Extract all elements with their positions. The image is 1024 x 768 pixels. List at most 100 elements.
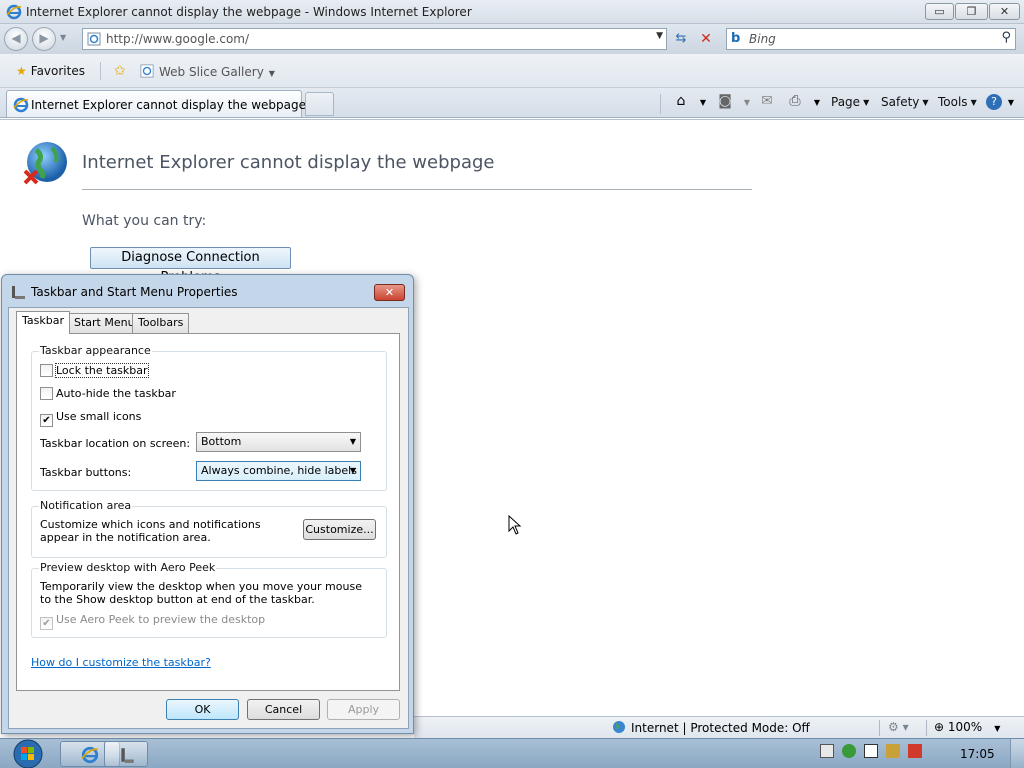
back-button[interactable]: ◀	[4, 27, 28, 51]
mail-icon[interactable]: ✉	[758, 93, 776, 111]
feeds-icon[interactable]: ◙	[716, 93, 734, 111]
separator	[926, 720, 927, 736]
tab-taskbar[interactable]: Taskbar	[16, 311, 70, 334]
flag-icon[interactable]	[864, 744, 878, 758]
what-you-can-try-heading: What you can try:	[82, 213, 207, 229]
new-tab-button[interactable]	[305, 92, 334, 116]
aero-peek-description: Temporarily view the desktop when you mo…	[40, 580, 362, 606]
network-icon[interactable]	[886, 744, 900, 758]
favorites-star-icon: ★	[16, 64, 27, 78]
help-icon[interactable]: ?	[986, 94, 1002, 110]
aero-peek-checkbox[interactable]: ✔ Use Aero Peek to preview the desktop	[40, 613, 265, 630]
refresh-button[interactable]: ⇆	[670, 28, 692, 50]
print-icon[interactable]: ⎙	[786, 93, 804, 111]
chevron-down-icon: ▼	[349, 437, 356, 446]
checkbox-label: Auto-hide the taskbar	[56, 387, 176, 400]
chevron-down-icon: ▼	[922, 98, 929, 107]
select-value: Always combine, hide labels	[201, 464, 357, 477]
ie-logo-icon	[81, 746, 99, 764]
select-value: Bottom	[201, 435, 242, 448]
show-desktop-button[interactable]	[1010, 739, 1024, 768]
chevron-down-icon: ▼	[970, 98, 977, 107]
search-placeholder: Bing	[749, 32, 776, 46]
start-button[interactable]	[2, 739, 44, 768]
ie-logo-icon	[6, 4, 22, 20]
page-menu[interactable]: Page ▼	[831, 95, 869, 109]
bing-icon: b	[731, 31, 741, 46]
forward-arrow-icon: ▶	[39, 31, 49, 45]
small-icons-checkbox[interactable]: ✔ Use small icons	[40, 410, 141, 427]
tab-active[interactable]: Internet Explorer cannot display the web…	[6, 90, 306, 117]
tab-start-menu[interactable]: Start Menu	[68, 313, 141, 333]
dialog-close-button[interactable]: ✕	[374, 284, 405, 301]
customize-button[interactable]: Customize...	[303, 519, 376, 540]
checkbox-box	[40, 364, 53, 377]
favorites-bar: ★ Favorites ✩ Web Slice Gallery ▼	[0, 54, 1024, 88]
close-button[interactable]: ✕	[989, 3, 1020, 20]
chevron-down-icon[interactable]: ▼	[1002, 98, 1020, 116]
zoom-control[interactable]: ⊕ 100% ▼	[934, 720, 1000, 734]
notification-description: Customize which icons and notifications …	[40, 518, 261, 544]
add-to-favorites-icon[interactable]: ✩	[114, 63, 126, 79]
chevron-down-icon: ▼	[268, 69, 275, 78]
address-bar[interactable]: http://www.google.com/ ▼	[82, 28, 667, 50]
address-dropdown-icon[interactable]: ▼	[656, 31, 663, 41]
action-center-icon[interactable]	[820, 744, 834, 758]
chevron-down-icon: ▼	[994, 724, 1001, 733]
security-zone[interactable]: Internet | Protected Mode: Off	[612, 720, 810, 735]
internet-globe-icon	[613, 721, 625, 733]
protected-mode-icon[interactable]: ⚙ ▾	[888, 720, 909, 734]
taskbar-icon	[12, 286, 25, 299]
taskbar-buttons-select[interactable]: Always combine, hide labels ▼	[196, 461, 361, 481]
volume-icon[interactable]	[908, 744, 922, 758]
forward-button[interactable]: ▶	[32, 27, 56, 51]
security-shield-icon[interactable]	[842, 744, 856, 758]
diagnose-connection-button[interactable]: Diagnose Connection Problems	[90, 247, 291, 285]
tab-label: Internet Explorer cannot display the web…	[31, 98, 306, 112]
chevron-down-icon[interactable]: ▼	[694, 98, 712, 116]
ok-button[interactable]: OK	[166, 699, 239, 720]
taskbar-icon	[121, 748, 134, 763]
notification-area-group: Notification area Customize which icons …	[31, 499, 387, 558]
checkbox-label: Use Aero Peek to preview the desktop	[56, 613, 266, 626]
taskbar-location-select[interactable]: Bottom ▼	[196, 432, 361, 452]
url-text: http://www.google.com/	[106, 32, 250, 46]
divider	[82, 189, 752, 190]
recent-pages-dropdown[interactable]: ▼	[60, 33, 66, 42]
tools-menu-label: Tools	[938, 95, 968, 109]
chevron-down-icon[interactable]: ▼	[808, 98, 826, 116]
window-title: Internet Explorer cannot display the web…	[26, 5, 472, 19]
taskbar-item-properties[interactable]	[104, 741, 148, 767]
cancel-button[interactable]: Cancel	[247, 699, 320, 720]
separator	[100, 62, 101, 80]
auto-hide-checkbox[interactable]: Auto-hide the taskbar	[40, 387, 176, 400]
tab-toolbars[interactable]: Toolbars	[132, 313, 190, 333]
group-label: Notification area	[39, 499, 133, 512]
chevron-down-icon[interactable]: ▼	[738, 98, 756, 116]
help-link[interactable]: How do I customize the taskbar?	[31, 656, 211, 669]
web-slice-gallery-label: Web Slice Gallery	[159, 65, 264, 79]
apply-button[interactable]: Apply	[327, 699, 400, 720]
taskbar-appearance-group: Taskbar appearance Lock the taskbar Auto…	[31, 344, 387, 491]
search-input[interactable]: b Bing ⚲	[726, 28, 1016, 50]
zoom-level: 100%	[947, 720, 983, 734]
tools-menu[interactable]: Tools ▼	[938, 95, 977, 109]
search-icon[interactable]: ⚲	[1001, 30, 1011, 45]
lock-taskbar-checkbox[interactable]: Lock the taskbar	[40, 363, 149, 378]
web-slice-gallery-link[interactable]: Web Slice Gallery ▼	[140, 64, 275, 79]
separator	[660, 94, 661, 114]
home-icon[interactable]: ⌂	[672, 93, 690, 111]
chevron-down-icon: ▼	[349, 466, 356, 475]
dialog-body: Taskbar Start Menu Toolbars Taskbar appe…	[8, 307, 409, 729]
checkmark-icon: ✔	[40, 617, 53, 630]
favorites-button[interactable]: ★ Favorites	[16, 64, 85, 78]
tab-bar: Internet Explorer cannot display the web…	[0, 88, 1024, 118]
group-label: Taskbar appearance	[39, 344, 152, 357]
restore-button[interactable]: ❐	[955, 3, 988, 20]
minimize-button[interactable]: ▭	[925, 3, 954, 20]
stop-button[interactable]: ✕	[695, 28, 717, 50]
safety-menu[interactable]: Safety ▼	[881, 95, 929, 109]
page-icon	[87, 32, 101, 46]
dialog-title: Taskbar and Start Menu Properties	[31, 285, 238, 299]
clock[interactable]: 17:05	[960, 747, 995, 761]
